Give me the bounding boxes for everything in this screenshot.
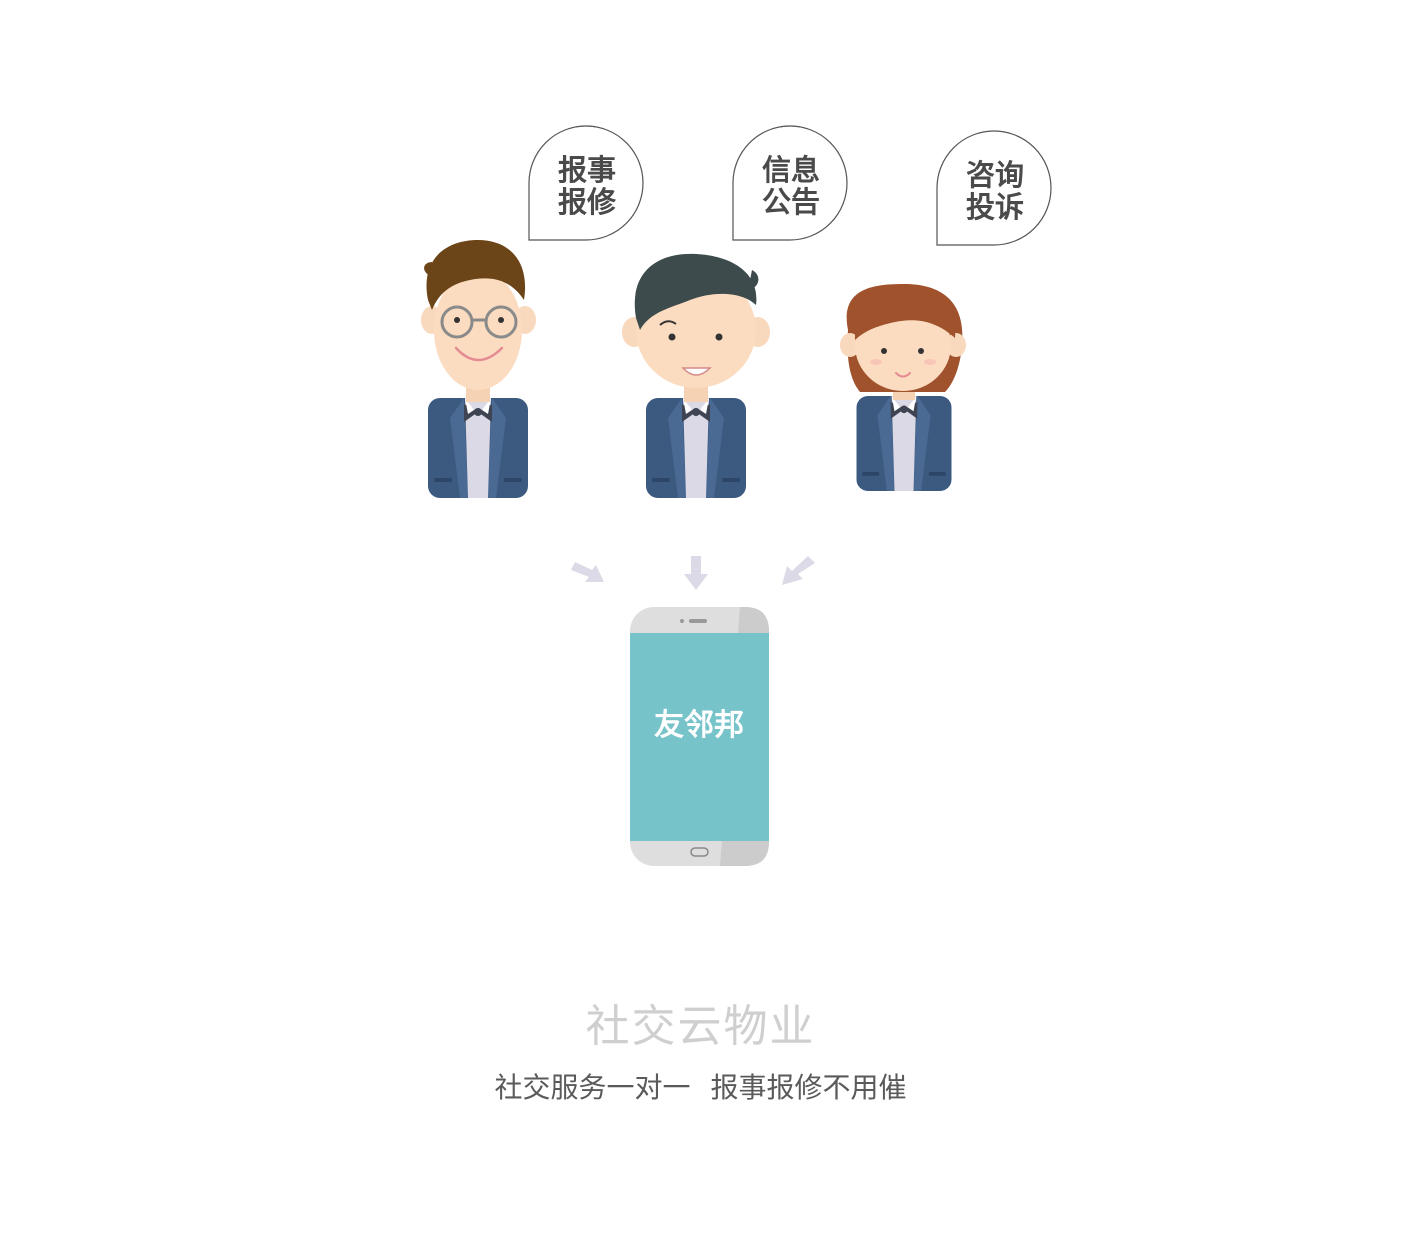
caption-subtitle: 社交服务一对一 报事报修不用催 — [0, 1066, 1401, 1106]
speech-bubble-info-notice: 信息 公告 — [732, 125, 848, 241]
illustration-scene: 报事 报修 信息 公告 咨询 投诉 友邻邦 — [421, 125, 1052, 866]
bubble-text-line2: 投诉 — [966, 190, 1024, 224]
caption-title: 社交云物业 — [585, 1001, 816, 1052]
bubble-text-line1: 咨询 — [966, 158, 1024, 192]
caption-subtitle-part1: 社交服务一对一 — [494, 1071, 691, 1104]
bubble-text-line1: 信息 — [762, 153, 820, 187]
app-name: 友邻邦 — [654, 708, 744, 743]
person-glasses-avatar — [421, 240, 536, 498]
caption-subtitle-part2: 报事报修不用催 — [710, 1071, 907, 1104]
speech-bubble-report-repair: 报事 报修 — [528, 125, 644, 241]
person-dark-hair-avatar — [622, 253, 770, 498]
person-woman-avatar — [840, 284, 966, 491]
speech-bubble-inquiry-complaint: 咨询 投诉 — [936, 130, 1052, 246]
arrow-down-right-icon — [571, 562, 604, 582]
bubble-text-line2: 公告 — [762, 185, 820, 219]
arrow-down-left-icon — [782, 556, 815, 585]
arrow-down-icon — [684, 556, 708, 590]
bubble-text-line1: 报事 — [558, 153, 616, 187]
bubble-text-line2: 报修 — [558, 185, 617, 219]
smartphone: 友邻邦 — [630, 607, 769, 866]
